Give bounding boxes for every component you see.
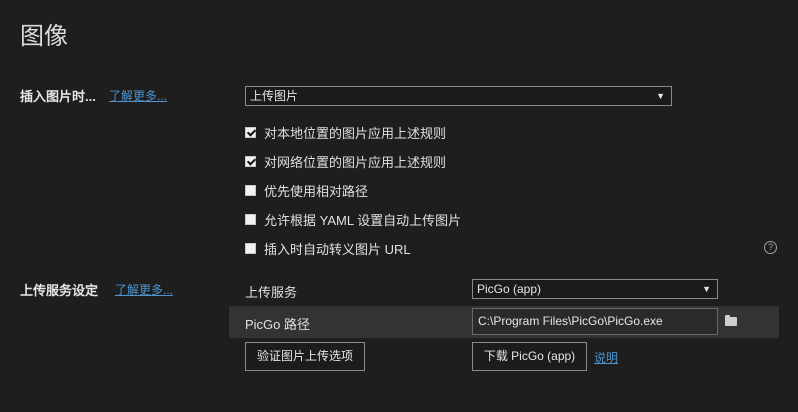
checkbox-box[interactable] xyxy=(245,184,256,196)
checkbox-box[interactable] xyxy=(245,213,256,225)
explain-link[interactable]: 说明 xyxy=(594,349,618,366)
checkbox-local-images[interactable]: 对本地位置的图片应用上述规则 xyxy=(245,123,446,141)
checkbox-label: 允许根据 YAML 设置自动上传图片 xyxy=(264,212,462,228)
upload-service-settings-label: 上传服务设定 xyxy=(20,283,99,298)
checkbox-label: 对本地位置的图片应用上述规则 xyxy=(264,125,447,141)
checkbox-label: 插入时自动转义图片 URL xyxy=(264,241,411,257)
checkbox-escape-url[interactable]: 插入时自动转义图片 URL xyxy=(245,239,411,257)
insert-image-label: 插入图片时... xyxy=(20,89,96,104)
download-picgo-button[interactable]: 下载 PicGo (app) xyxy=(472,342,587,371)
image-settings-page: 图像 插入图片时... 了解更多... 上传图片 ▼ 对本地位置的图片应用上述规… xyxy=(0,0,798,412)
chevron-down-icon: ▼ xyxy=(656,91,665,101)
checkbox-box[interactable] xyxy=(245,242,256,254)
upload-service-select[interactable]: PicGo (app) ▼ xyxy=(472,279,718,299)
folder-icon[interactable] xyxy=(725,315,737,326)
checkbox-yaml-upload[interactable]: 允许根据 YAML 设置自动上传图片 xyxy=(245,210,461,228)
upload-service-value: PicGo (app) xyxy=(477,282,542,296)
picgo-path-label: PicGo 路径 xyxy=(245,317,311,332)
checkbox-network-images[interactable]: 对网络位置的图片应用上述规则 xyxy=(245,152,446,170)
upload-learn-more-link[interactable]: 了解更多... xyxy=(115,281,173,298)
verify-upload-button[interactable]: 验证图片上传选项 xyxy=(245,342,365,371)
insert-learn-more-link[interactable]: 了解更多... xyxy=(109,87,167,104)
checkbox-relative-path[interactable]: 优先使用相对路径 xyxy=(245,181,368,199)
checkbox-label: 优先使用相对路径 xyxy=(264,183,369,199)
page-title: 图像 xyxy=(20,23,68,50)
insert-action-value: 上传图片 xyxy=(250,89,299,103)
checkbox-box[interactable] xyxy=(245,126,256,138)
checkbox-box[interactable] xyxy=(245,155,256,167)
checkbox-label: 对网络位置的图片应用上述规则 xyxy=(264,154,447,170)
question-circle-icon[interactable]: ? xyxy=(764,241,777,254)
chevron-down-icon: ▼ xyxy=(702,284,711,294)
picgo-path-input[interactable]: C:\Program Files\PicGo\PicGo.exe xyxy=(472,308,718,335)
insert-action-select[interactable]: 上传图片 ▼ xyxy=(245,86,672,106)
upload-service-label: 上传服务 xyxy=(245,285,298,300)
